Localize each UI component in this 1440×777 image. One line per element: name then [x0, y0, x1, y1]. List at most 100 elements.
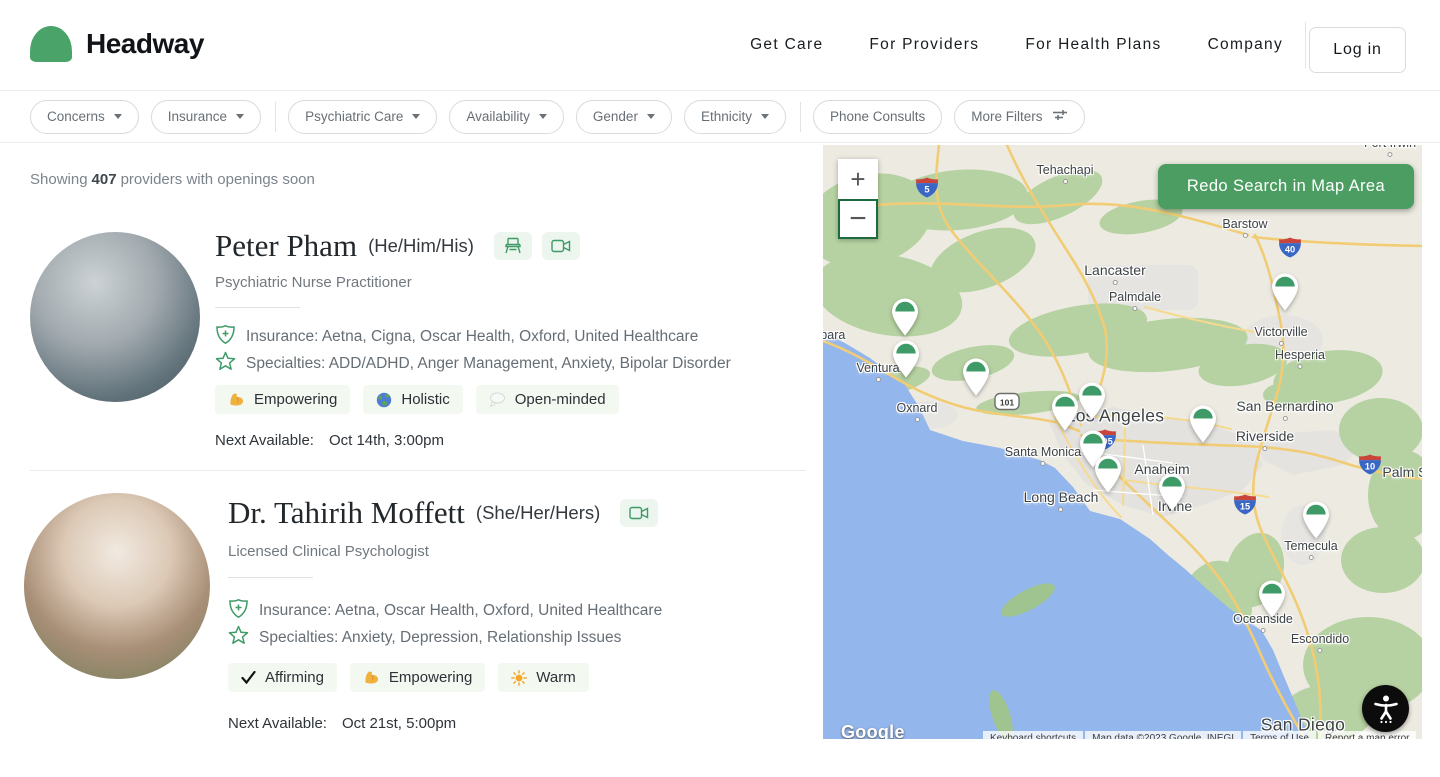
- provider-name[interactable]: Peter Pham: [215, 228, 357, 264]
- accessibility-person-icon: [1373, 695, 1398, 723]
- personality-tag: Empowering: [215, 385, 351, 414]
- filter-insurance[interactable]: Insurance: [150, 99, 262, 134]
- results-count: 407: [91, 171, 117, 188]
- provider-photo[interactable]: [30, 232, 200, 402]
- provider-map-pin[interactable]: [1301, 501, 1332, 545]
- headway-logo[interactable]: Headway: [30, 26, 204, 62]
- results-summary: Showing 407 providers with openings soon: [30, 171, 315, 188]
- chevron-down-icon: [538, 114, 547, 119]
- filter-more-filters[interactable]: More Filters: [954, 99, 1085, 134]
- video-session-badge: [541, 232, 580, 260]
- map-city-label: Fort Irwin: [1364, 145, 1416, 157]
- google-logo[interactable]: Google: [841, 722, 905, 739]
- provider-name[interactable]: Dr. Tahirih Moffett: [228, 495, 465, 531]
- thought-balloon-icon: [489, 392, 505, 407]
- shield-plus-icon: [215, 324, 236, 350]
- map-attribution-link[interactable]: Map data ©2023 Google, INEGI: [1085, 731, 1242, 739]
- filter-availability[interactable]: Availability: [449, 99, 564, 134]
- map-city-label: Tehachapi: [1037, 163, 1094, 184]
- filter-phone-consults[interactable]: Phone Consults: [812, 99, 943, 134]
- filter-insurance-label: Insurance: [167, 109, 228, 124]
- map-panel[interactable]: Fort Irwin Tehachapi Barstow Lancaster Palmd…: [823, 145, 1422, 739]
- map-city-label: Barstow: [1222, 217, 1268, 238]
- filter-ethnicity[interactable]: Ethnicity: [683, 99, 786, 134]
- filter-psychiatric-care[interactable]: Psychiatric Care: [288, 99, 438, 134]
- headway-logo-icon: [30, 26, 72, 62]
- map-attribution-link[interactable]: Keyboard shortcuts: [983, 731, 1084, 739]
- map-attribution-link[interactable]: Terms of Use: [1243, 731, 1316, 739]
- insurance-text: Insurance: Aetna, Oscar Health, Oxford, …: [259, 602, 663, 619]
- tag-label: Warm: [536, 669, 576, 686]
- globe-icon: [377, 392, 392, 407]
- shield-plus-icon: [228, 598, 249, 624]
- next-available-label: Next Available:: [228, 715, 327, 732]
- nav-get-care[interactable]: Get Care: [750, 36, 823, 54]
- filter-concerns-label: Concerns: [47, 109, 105, 124]
- personality-tag: Warm: [498, 663, 589, 692]
- filter-group-divider: [799, 101, 801, 132]
- nav-divider: [1305, 22, 1306, 68]
- map-attribution-link[interactable]: Report a map error: [1317, 731, 1417, 739]
- town-dot: [1132, 306, 1138, 311]
- flexed-bicep-icon: [230, 393, 244, 406]
- next-available-value: Oct 21st, 5:00pm: [341, 715, 457, 732]
- filter-group-divider: [275, 101, 277, 132]
- interstate-shield-icon: 10: [1358, 454, 1382, 481]
- specialties-text: Specialties: Anxiety, Depression, Relati…: [259, 629, 622, 646]
- provider-map-pin[interactable]: [1093, 455, 1124, 499]
- town-dot: [1262, 446, 1268, 451]
- interstate-shield-icon: 15: [1233, 494, 1257, 521]
- provider-map-pin[interactable]: [961, 358, 992, 402]
- filter-concerns[interactable]: Concerns: [30, 99, 139, 134]
- top-header: Headway Get Care For Providers For Healt…: [0, 0, 1440, 91]
- redo-search-button[interactable]: Redo Search in Map Area: [1158, 164, 1414, 209]
- provider-map-pin[interactable]: [1077, 382, 1108, 426]
- flexed-bicep-icon: [365, 671, 378, 684]
- svg-text:40: 40: [1285, 244, 1295, 254]
- filter-gender[interactable]: Gender: [575, 99, 672, 134]
- map-city-label: Victorville: [1254, 325, 1308, 346]
- town-dot: [1058, 507, 1064, 512]
- chevron-down-icon: [236, 114, 245, 119]
- chevron-down-icon: [412, 114, 421, 119]
- zoom-in-button[interactable]: +: [838, 159, 878, 199]
- map-city-label: Santa Barbara: [823, 328, 846, 342]
- town-dot: [1297, 364, 1303, 369]
- login-button[interactable]: Log in: [1309, 27, 1406, 73]
- card-divider: [228, 577, 313, 578]
- us-route-shield-icon: 101: [994, 392, 1020, 416]
- filter-bar: Concerns Insurance Psychiatric Care Avai…: [0, 91, 1440, 143]
- in-person-badge: [493, 232, 532, 260]
- town-dot: [914, 417, 920, 422]
- tag-label: Empowering: [388, 669, 473, 686]
- next-available-value: Oct 14th, 3:00pm: [328, 432, 445, 449]
- provider-session-badges: [600, 499, 659, 527]
- tag-label: Affirming: [265, 669, 324, 686]
- provider-map-pin[interactable]: [1257, 580, 1288, 624]
- provider-map-pin[interactable]: [891, 340, 922, 384]
- filter-availability-label: Availability: [466, 109, 530, 124]
- provider-map-pin[interactable]: [1270, 273, 1301, 317]
- svg-text:101: 101: [1000, 397, 1014, 407]
- town-dot: [1062, 179, 1068, 184]
- nav-for-providers[interactable]: For Providers: [869, 36, 979, 54]
- accessibility-widget-button[interactable]: [1362, 685, 1409, 732]
- nav-company[interactable]: Company: [1208, 36, 1283, 54]
- provider-session-badges: [474, 232, 580, 260]
- zoom-out-button[interactable]: −: [838, 199, 878, 239]
- map-city-label: Hesperia: [1275, 348, 1325, 369]
- town-dot: [1282, 416, 1288, 421]
- interstate-shield-icon: 5: [915, 177, 939, 204]
- provider-photo[interactable]: [24, 493, 210, 679]
- provider-map-pin[interactable]: [1157, 473, 1188, 517]
- provider-name-row: Peter Pham (He/Him/His): [215, 228, 580, 264]
- provider-map-pin[interactable]: [890, 298, 921, 342]
- map-city-label: Riverside: [1236, 428, 1294, 451]
- insurance-row: Insurance: Aetna, Cigna, Oscar Health, O…: [215, 324, 698, 350]
- provider-map-pin[interactable]: [1188, 405, 1219, 449]
- chevron-down-icon: [760, 114, 769, 119]
- town-dot: [1112, 280, 1118, 285]
- personality-tag: Holistic: [363, 385, 463, 414]
- summary-suffix: providers with openings soon: [120, 171, 315, 188]
- nav-for-health-plans[interactable]: For Health Plans: [1025, 36, 1161, 54]
